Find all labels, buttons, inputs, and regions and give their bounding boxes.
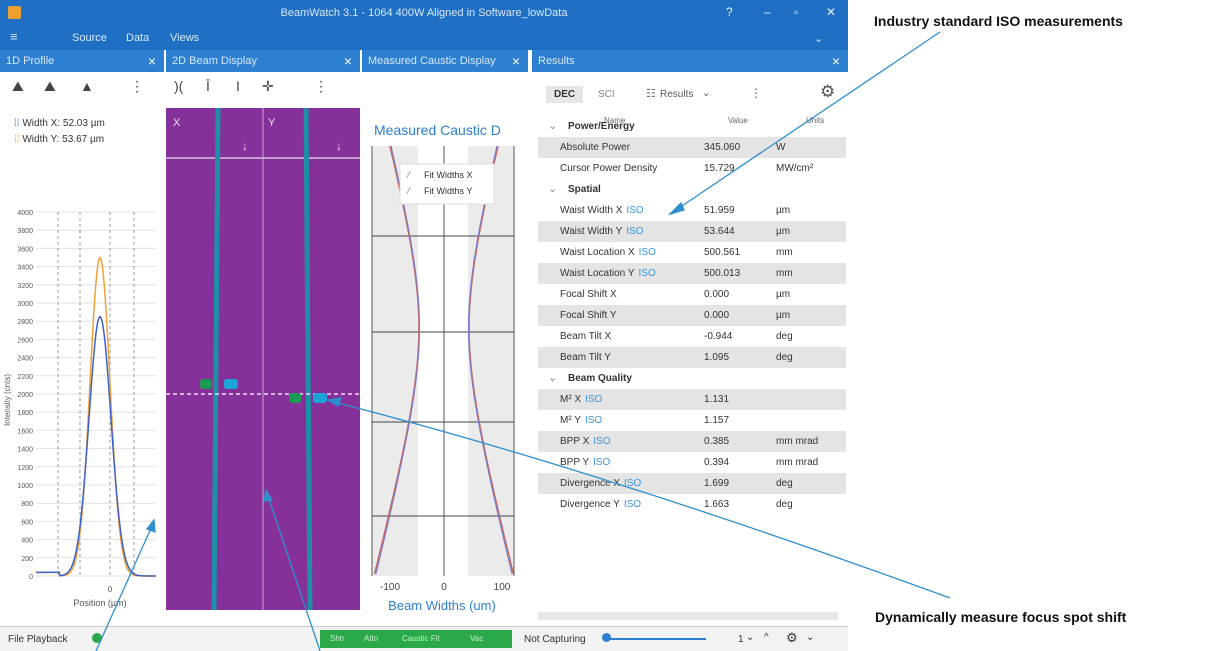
callout-arrow-beam	[263, 488, 274, 502]
callout-lines	[95, 31, 951, 651]
callout-line-focus	[333, 401, 951, 599]
callout-arrow-profile	[145, 518, 156, 533]
callout-line-profile	[95, 525, 153, 651]
callout-line-iso	[675, 31, 941, 211]
callout-arrow-iso	[667, 201, 685, 216]
callout-line-beam	[267, 495, 321, 651]
callout-arrow-focus	[326, 397, 342, 407]
